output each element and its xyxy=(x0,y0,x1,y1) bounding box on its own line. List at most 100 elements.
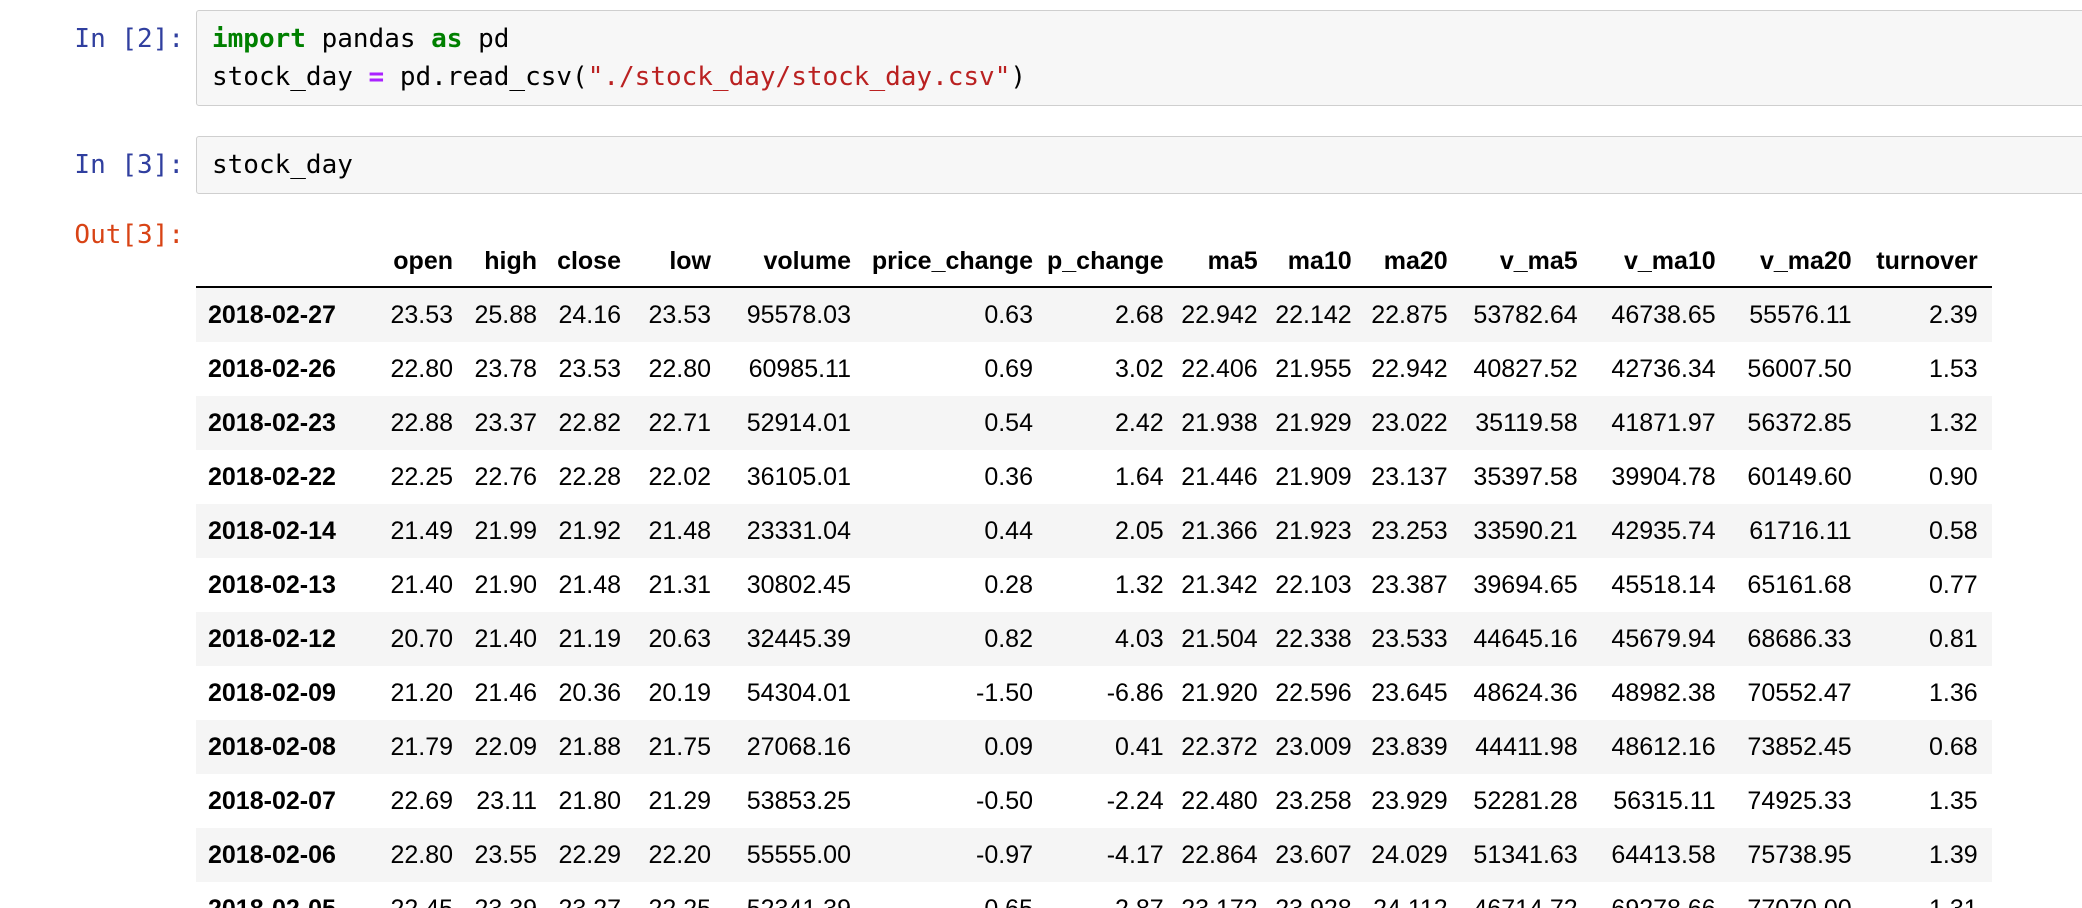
index-header xyxy=(196,238,381,287)
table-cell: 0.69 xyxy=(865,342,1047,396)
table-cell: 22.596 xyxy=(1272,666,1366,720)
table-cell: 23.022 xyxy=(1366,396,1462,450)
table-cell: 4.03 xyxy=(1047,612,1178,666)
table-row: 2018-02-1421.4921.9921.9221.4823331.040.… xyxy=(196,504,1992,558)
table-cell: 21.920 xyxy=(1178,666,1272,720)
table-cell: 46738.65 xyxy=(1592,287,1730,342)
table-cell: 0.36 xyxy=(865,450,1047,504)
input-prompt: In [3]: xyxy=(0,136,196,184)
column-header-open: open xyxy=(381,238,467,287)
table-cell: 23.258 xyxy=(1272,774,1366,828)
notebook: In [2]: import pandas as pdstock_day = p… xyxy=(0,0,2082,908)
table-cell: 56007.50 xyxy=(1730,342,1866,396)
table-cell: 21.29 xyxy=(635,774,725,828)
table-cell: 23.929 xyxy=(1366,774,1462,828)
table-cell: 21.48 xyxy=(635,504,725,558)
table-row: 2018-02-0522.4523.3923.2722.2552341.390.… xyxy=(196,882,1992,908)
table-cell: 73852.45 xyxy=(1730,720,1866,774)
table-cell: 22.864 xyxy=(1178,828,1272,882)
column-header-p_change: p_change xyxy=(1047,238,1178,287)
table-cell: 23.172 xyxy=(1178,882,1272,908)
table-cell: 22.80 xyxy=(381,342,467,396)
table-cell: 46714.72 xyxy=(1462,882,1592,908)
table-cell: 39904.78 xyxy=(1592,450,1730,504)
table-cell: 20.70 xyxy=(381,612,467,666)
column-header-ma10: ma10 xyxy=(1272,238,1366,287)
table-cell: 22.76 xyxy=(467,450,551,504)
row-index: 2018-02-06 xyxy=(196,828,381,882)
column-header-volume: volume xyxy=(725,238,865,287)
column-header-ma20: ma20 xyxy=(1366,238,1462,287)
table-cell: 69278.66 xyxy=(1592,882,1730,908)
table-cell: 22.80 xyxy=(635,342,725,396)
column-header-low: low xyxy=(635,238,725,287)
table-cell: 22.25 xyxy=(381,450,467,504)
table-cell: -0.97 xyxy=(865,828,1047,882)
table-header: openhighcloselowvolumeprice_changep_chan… xyxy=(196,238,1992,287)
table-cell: -6.86 xyxy=(1047,666,1178,720)
table-row: 2018-02-2222.2522.7622.2822.0236105.010.… xyxy=(196,450,1992,504)
table-cell: 60985.11 xyxy=(725,342,865,396)
table-cell: 27068.16 xyxy=(725,720,865,774)
table-cell: 24.112 xyxy=(1366,882,1462,908)
table-cell: 48982.38 xyxy=(1592,666,1730,720)
table-cell: -2.24 xyxy=(1047,774,1178,828)
column-header-v_ma20: v_ma20 xyxy=(1730,238,1866,287)
table-cell: 22.09 xyxy=(467,720,551,774)
table-cell: 21.446 xyxy=(1178,450,1272,504)
table-cell: -0.50 xyxy=(865,774,1047,828)
table-cell: 74925.33 xyxy=(1730,774,1866,828)
table-cell: 22.88 xyxy=(381,396,467,450)
table-cell: 21.90 xyxy=(467,558,551,612)
code-input[interactable]: stock_day xyxy=(196,136,2082,194)
column-header-v_ma5: v_ma5 xyxy=(1462,238,1592,287)
table-cell: 2.87 xyxy=(1047,882,1178,908)
table-cell: 33590.21 xyxy=(1462,504,1592,558)
table-cell: 22.29 xyxy=(551,828,635,882)
table-cell: 42935.74 xyxy=(1592,504,1730,558)
table-cell: 23.53 xyxy=(635,287,725,342)
table-cell: 22.103 xyxy=(1272,558,1366,612)
table-body: 2018-02-2723.5325.8824.1623.5395578.030.… xyxy=(196,287,1992,908)
table-cell: 23.253 xyxy=(1366,504,1462,558)
row-index: 2018-02-23 xyxy=(196,396,381,450)
table-cell: 52341.39 xyxy=(725,882,865,908)
row-index: 2018-02-08 xyxy=(196,720,381,774)
table-cell: 1.36 xyxy=(1866,666,1992,720)
row-index: 2018-02-26 xyxy=(196,342,381,396)
row-index: 2018-02-09 xyxy=(196,666,381,720)
table-cell: 21.909 xyxy=(1272,450,1366,504)
table-cell: 23.387 xyxy=(1366,558,1462,612)
table-row: 2018-02-0622.8023.5522.2922.2055555.00-0… xyxy=(196,828,1992,882)
table-cell: 22.25 xyxy=(635,882,725,908)
table-cell: 22.480 xyxy=(1178,774,1272,828)
table-cell: 41871.97 xyxy=(1592,396,1730,450)
table-cell: 21.75 xyxy=(635,720,725,774)
column-header-ma5: ma5 xyxy=(1178,238,1272,287)
table-cell: 22.45 xyxy=(381,882,467,908)
table-cell: 21.31 xyxy=(635,558,725,612)
table-cell: 0.65 xyxy=(865,882,1047,908)
table-cell: 61716.11 xyxy=(1730,504,1866,558)
code-input[interactable]: import pandas as pdstock_day = pd.read_c… xyxy=(196,10,2082,106)
table-cell: 21.955 xyxy=(1272,342,1366,396)
table-cell: 39694.65 xyxy=(1462,558,1592,612)
table-row: 2018-02-2723.5325.8824.1623.5395578.030.… xyxy=(196,287,1992,342)
table-cell: 2.05 xyxy=(1047,504,1178,558)
table-cell: 1.39 xyxy=(1866,828,1992,882)
table-cell: 44645.16 xyxy=(1462,612,1592,666)
code-cell-in2: In [2]: import pandas as pdstock_day = p… xyxy=(0,10,2082,106)
row-index: 2018-02-13 xyxy=(196,558,381,612)
table-cell: 22.02 xyxy=(635,450,725,504)
table-cell: 53782.64 xyxy=(1462,287,1592,342)
table-cell: 25.88 xyxy=(467,287,551,342)
table-cell: 1.31 xyxy=(1866,882,1992,908)
table-cell: 21.40 xyxy=(381,558,467,612)
code-text: stock_day xyxy=(212,146,2082,184)
table-cell: -1.50 xyxy=(865,666,1047,720)
table-cell: 20.36 xyxy=(551,666,635,720)
table-cell: 60149.60 xyxy=(1730,450,1866,504)
table-cell: 0.54 xyxy=(865,396,1047,450)
row-index: 2018-02-05 xyxy=(196,882,381,908)
table-cell: 21.80 xyxy=(551,774,635,828)
